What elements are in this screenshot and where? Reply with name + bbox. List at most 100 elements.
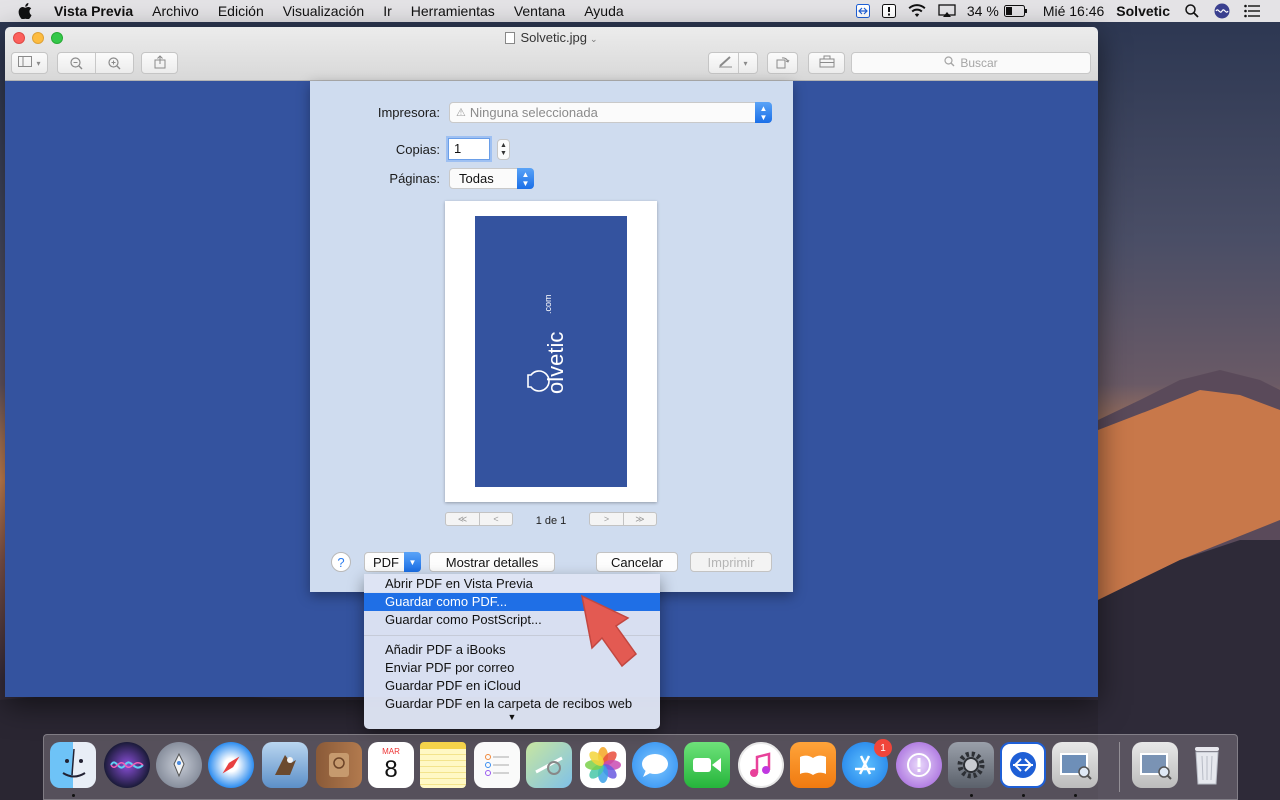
scroll-down-arrow-icon[interactable]: ▼: [364, 713, 660, 722]
share-button[interactable]: [141, 52, 178, 74]
next-page-button[interactable]: >: [590, 513, 623, 525]
teamviewer-status-icon[interactable]: [855, 3, 871, 19]
zoom-in-button[interactable]: [96, 56, 133, 70]
sidebar-view-button[interactable]: ▾: [11, 52, 48, 74]
mail-icon[interactable]: [262, 742, 308, 788]
printer-label: Impresora:: [377, 105, 440, 120]
copies-label: Copias:: [395, 142, 440, 157]
battery-icon[interactable]: [1003, 3, 1029, 19]
menu-user[interactable]: Solvetic: [1116, 3, 1170, 19]
alert-status-icon[interactable]: [881, 3, 897, 19]
messages-icon[interactable]: [632, 742, 678, 788]
updown-arrows-icon: ▲ ▼: [755, 102, 772, 123]
photos-icon[interactable]: [580, 742, 626, 788]
menu-archivo[interactable]: Archivo: [152, 3, 199, 19]
notification-center-icon[interactable]: [1244, 3, 1260, 19]
last-page-button[interactable]: ≫: [623, 513, 656, 525]
printer-select[interactable]: ⚠ Ninguna seleccionada ▲ ▼: [449, 102, 772, 123]
show-details-button[interactable]: Mostrar detalles: [429, 552, 555, 572]
toolbox-button[interactable]: [808, 52, 845, 74]
search-input[interactable]: Buscar: [851, 52, 1091, 74]
safari-icon[interactable]: [208, 742, 254, 788]
copies-field[interactable]: 1: [448, 138, 490, 160]
chevron-down-icon: ⌄: [589, 34, 598, 44]
rotate-icon: [776, 55, 790, 72]
menu-edicion[interactable]: Edición: [218, 3, 264, 19]
preview-folder-stack-icon[interactable]: [1132, 742, 1178, 788]
trash-icon[interactable]: [1184, 742, 1230, 788]
menu-ayuda[interactable]: Ayuda: [584, 3, 623, 19]
ibooks-icon[interactable]: [790, 742, 836, 788]
finder-icon[interactable]: [50, 742, 96, 788]
menu-bar: Vista Previa Archivo Edición Visualizaci…: [0, 0, 1280, 22]
airplay-icon[interactable]: [937, 3, 957, 19]
pen-icon: [718, 55, 734, 71]
battery-percent: 34 %: [966, 3, 999, 19]
calendar-icon[interactable]: MAR 8: [368, 742, 414, 788]
zoom-controls: [57, 52, 134, 74]
warning-icon: ⚠: [456, 107, 466, 119]
rotate-button[interactable]: [767, 52, 798, 74]
itunes-icon[interactable]: [738, 742, 784, 788]
previous-page-button[interactable]: <: [479, 513, 512, 525]
updown-arrows-icon: ▲ ▼: [517, 168, 534, 189]
menu-herramientas[interactable]: Herramientas: [411, 3, 495, 19]
pdf-button-label: PDF: [373, 554, 399, 570]
first-page-button[interactable]: ≪: [446, 513, 479, 525]
wifi-icon[interactable]: [907, 3, 927, 19]
pages-select-value: Todas: [459, 171, 494, 186]
notification-badge: 1: [874, 739, 892, 757]
print-button[interactable]: Imprimir: [690, 552, 772, 572]
maps-icon[interactable]: [526, 742, 572, 788]
menu-item-save-pdf-icloud[interactable]: Guardar PDF en iCloud: [364, 677, 660, 695]
facetime-icon[interactable]: [684, 742, 730, 788]
contacts-icon[interactable]: [316, 742, 362, 788]
page-count: 1 de 1: [535, 515, 567, 527]
chevron-down-icon: ▾: [743, 58, 748, 68]
app-store-icon[interactable]: 1: [842, 739, 892, 788]
menu-clock[interactable]: Mié 16:46: [1043, 3, 1104, 19]
feedback-assistant-icon[interactable]: [896, 742, 942, 788]
printer-select-value: Ninguna seleccionada: [469, 105, 598, 120]
sidebar-icon: [18, 56, 33, 70]
siri-dock-icon[interactable]: [104, 742, 150, 788]
markup-pen-button[interactable]: ▾: [708, 52, 758, 74]
help-button[interactable]: ?: [331, 552, 351, 572]
system-preferences-icon[interactable]: [948, 742, 994, 788]
toolbox-icon: [819, 55, 835, 71]
copies-stepper[interactable]: ▲ ▼: [497, 139, 510, 160]
pages-select[interactable]: Todas ▲ ▼: [449, 168, 534, 189]
calendar-day: 8: [384, 756, 398, 783]
menu-ir[interactable]: Ir: [383, 3, 392, 19]
page-nav-forward: > ≫: [589, 512, 657, 526]
teamviewer-icon[interactable]: [1000, 742, 1046, 788]
notes-icon[interactable]: [420, 742, 466, 788]
reminders-icon[interactable]: [474, 742, 520, 788]
running-indicator: [1074, 794, 1077, 797]
zoom-out-button[interactable]: [58, 56, 95, 70]
spotlight-search-icon[interactable]: [1184, 3, 1200, 19]
chevron-down-icon: ▼: [404, 552, 421, 572]
window-toolbar: Solvetic.jpg ⌄ ▾ ▾ Buscar: [5, 27, 1098, 81]
search-placeholder: Buscar: [960, 56, 998, 70]
menu-visualizacion[interactable]: Visualización: [283, 3, 364, 19]
menu-ventana[interactable]: Ventana: [514, 3, 565, 19]
menu-item-open-pdf-preview[interactable]: Abrir PDF en Vista Previa: [364, 575, 660, 593]
window-title[interactable]: Solvetic.jpg ⌄: [5, 30, 1098, 45]
window-title-text: Solvetic.jpg: [520, 30, 587, 45]
launchpad-icon[interactable]: [156, 742, 202, 788]
siri-icon[interactable]: [1214, 3, 1230, 19]
red-arrow-icon: [580, 594, 638, 668]
solvetic-logo-text: olvetic: [543, 332, 568, 394]
running-indicator: [72, 794, 75, 797]
solvetic-logo-suffix: .com: [543, 294, 553, 314]
chevron-down-icon: ▾: [36, 58, 41, 68]
cancel-button[interactable]: Cancelar: [596, 552, 678, 572]
pdf-menu-button[interactable]: PDF ▼: [364, 552, 421, 572]
page-nav-back: ≪ <: [445, 512, 513, 526]
menu-item-save-pdf-web-receipts[interactable]: Guardar PDF en la carpeta de recibos web: [364, 695, 660, 713]
apple-menu-icon[interactable]: [18, 0, 34, 22]
menu-app-name[interactable]: Vista Previa: [54, 3, 133, 19]
solvetic-logo: olvetic .com: [527, 294, 568, 394]
preview-icon[interactable]: [1052, 742, 1098, 788]
